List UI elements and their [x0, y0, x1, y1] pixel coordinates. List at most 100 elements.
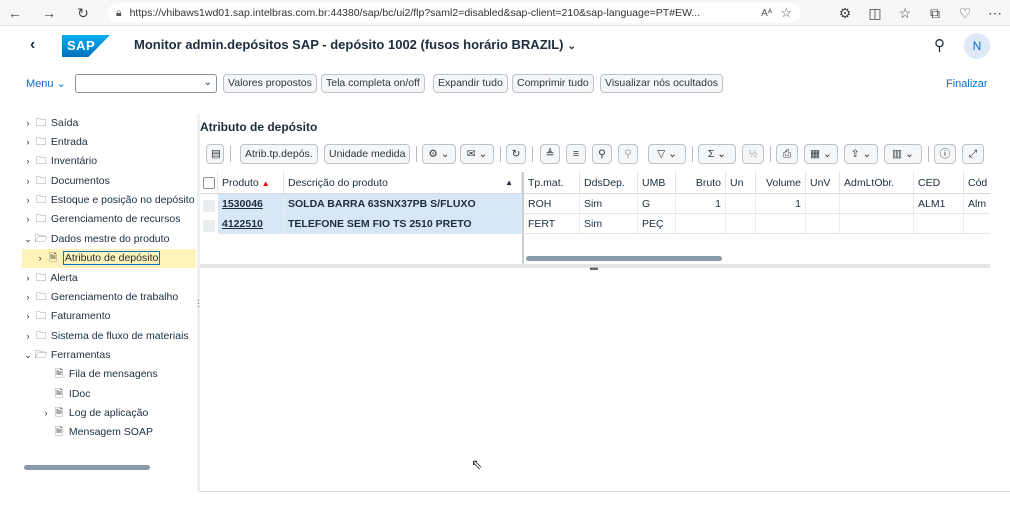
view-menu-icon[interactable]: ▦ ⌄	[804, 144, 838, 164]
layout-menu-icon[interactable]: ▥ ⌄	[884, 144, 922, 164]
print-icon[interactable]: ⎙	[776, 144, 798, 164]
separator	[770, 146, 771, 162]
address-bar[interactable]: 🔒︎ https://vhibaws1wd01.sap.intelbras.co…	[108, 3, 800, 23]
tree-expander-icon[interactable]: ›	[22, 133, 34, 152]
read-aloud-icon[interactable]: Aᴬ	[761, 8, 772, 19]
tree-expander-icon[interactable]: ›	[34, 249, 46, 268]
grid-horizontal-scrollbar[interactable]	[526, 256, 722, 261]
environment-menu-icon[interactable]: ⚙ ⌄	[422, 144, 456, 164]
tree-expander-icon[interactable]: ›	[22, 114, 34, 133]
column-header-ddsdep[interactable]: DdsDep.	[580, 172, 638, 194]
tree-expander-icon[interactable]: ⌄	[22, 230, 34, 249]
table-cell-produto[interactable]: 4122510	[218, 214, 284, 234]
search-icon[interactable]: ⚲	[934, 36, 945, 54]
row-selector[interactable]	[203, 200, 215, 212]
table-cell-unv	[806, 194, 840, 214]
export-menu-icon[interactable]: ⇪ ⌄	[844, 144, 878, 164]
column-header-un[interactable]: Un	[726, 172, 756, 194]
column-header-ced[interactable]: CED	[914, 172, 964, 194]
menu-button[interactable]: Menu ⌄	[26, 77, 66, 90]
sap-logo[interactable]: SAP	[62, 35, 110, 57]
column-header-cod[interactable]: Cód	[964, 172, 990, 194]
tree-expander-icon[interactable]: ›	[22, 191, 34, 210]
sort-descending-icon[interactable]: ≡	[566, 144, 586, 164]
select-all-checkbox[interactable]	[203, 177, 215, 189]
column-header-admltobr[interactable]: AdmLtObr.	[840, 172, 914, 194]
resize-grip-icon[interactable]: ▬	[590, 263, 598, 272]
tree-node-alerta[interactable]: › 🗀︎ Alerta	[22, 269, 196, 288]
tree-node-fila-mensagens[interactable]: 🗎︎ Fila de mensagens	[22, 365, 196, 384]
favorite-star-icon[interactable]: ☆	[780, 5, 792, 21]
actions-menu-icon[interactable]: ✉ ⌄	[460, 144, 494, 164]
tree-node-saida[interactable]: › 🗀︎ Saída	[22, 114, 196, 133]
tela-completa-button[interactable]: Tela completa on/off	[321, 74, 425, 93]
find-icon[interactable]: ⚲	[592, 144, 612, 164]
tree-node-dados-mestre[interactable]: ⌄ 🗁︎ Dados mestre do produto	[22, 230, 196, 249]
reload-icon[interactable]: ↻	[72, 2, 94, 24]
sum-menu-icon[interactable]: Σ ⌄	[698, 144, 736, 164]
fullscreen-icon[interactable]: ⤢	[962, 144, 984, 164]
tree-expander-icon[interactable]: ›	[40, 404, 52, 423]
shell-back-icon[interactable]: ‹	[30, 36, 35, 54]
extensions-icon[interactable]: ⚙	[834, 2, 856, 24]
tree-expander-icon[interactable]: ›	[22, 210, 34, 229]
comprimir-tudo-button[interactable]: Comprimir tudo	[512, 74, 594, 93]
tree-node-documentos[interactable]: › 🗀︎ Documentos	[22, 172, 196, 191]
tree-expander-icon[interactable]: ›	[22, 307, 34, 326]
find-next-icon[interactable]: ⚲	[618, 144, 638, 164]
unidade-medida-button[interactable]: Unidade medida	[324, 144, 411, 164]
avatar[interactable]: N	[964, 33, 990, 59]
tree-node-entrada[interactable]: › 🗀︎ Entrada	[22, 133, 196, 152]
collections-icon[interactable]: ⧉	[924, 2, 946, 24]
split-screen-icon[interactable]: ◫	[864, 2, 886, 24]
refresh-icon[interactable]: ↻	[506, 144, 526, 164]
tree-node-inventario[interactable]: › 🗀︎ Inventário	[22, 152, 196, 171]
column-header-produto[interactable]: Produto ▲	[218, 172, 284, 194]
column-header-tpmat[interactable]: Tp.mat.	[524, 172, 580, 194]
tree-node-atributo-deposito[interactable]: › 🗎︎ Atributo de depósito	[22, 249, 196, 268]
visualizar-nos-button[interactable]: Visualizar nós ocultados	[600, 74, 724, 93]
column-header-unv[interactable]: UnV	[806, 172, 840, 194]
tree-expander-icon[interactable]: ›	[22, 327, 34, 346]
tree-node-gerenciamento-recursos[interactable]: › 🗀︎ Gerenciamento de recursos	[22, 210, 196, 229]
table-cell-produto[interactable]: 1530046	[218, 194, 284, 214]
tree-expander-icon[interactable]: ›	[22, 269, 34, 288]
back-arrow-icon[interactable]: ←	[4, 2, 26, 24]
row-selector[interactable]	[203, 220, 215, 232]
valores-propostos-button[interactable]: Valores propostos	[223, 74, 317, 93]
layout-icon[interactable]: ▤	[206, 144, 224, 164]
favorites-icon[interactable]: ☆	[894, 2, 916, 24]
subtotal-icon[interactable]: ½	[742, 144, 764, 164]
info-icon[interactable]: ⓘ	[934, 144, 956, 164]
browser-essentials-icon[interactable]: ♡	[954, 2, 976, 24]
tree-expander-icon[interactable]: ›	[22, 152, 34, 171]
expandir-tudo-button[interactable]: Expandir tudo	[433, 74, 508, 93]
column-header-volume[interactable]: Volume	[756, 172, 806, 194]
filter-menu-icon[interactable]: ▽ ⌄	[648, 144, 686, 164]
url-text[interactable]: https://vhibaws1wd01.sap.intelbras.com.b…	[130, 7, 754, 19]
tree-node-log-aplicacao[interactable]: › 🗎︎ Log de aplicação	[22, 404, 196, 423]
column-header-descricao[interactable]: Descrição do produto ▲	[284, 172, 522, 194]
finalizar-button[interactable]: Finalizar	[946, 78, 988, 90]
menu-select[interactable]: ⌄	[75, 74, 217, 93]
tree-expander-icon[interactable]: ›	[22, 172, 34, 191]
tree-expander-icon[interactable]: ›	[22, 288, 34, 307]
column-header-bruto[interactable]: Bruto	[676, 172, 726, 194]
tree-node-sistema-fluxo[interactable]: › 🗀︎ Sistema de fluxo de materiais	[22, 327, 196, 346]
more-options-icon[interactable]: ⋯	[984, 2, 1006, 24]
tree-node-faturamento[interactable]: › 🗀︎ Faturamento	[22, 307, 196, 326]
column-header-umb[interactable]: UMB	[638, 172, 676, 194]
sort-indicator-icon: ▲	[505, 178, 513, 187]
tree-node-gerenciamento-trabalho[interactable]: › 🗀︎ Gerenciamento de trabalho	[22, 288, 196, 307]
forward-arrow-icon[interactable]: →	[38, 2, 60, 24]
tree-node-ferramentas[interactable]: ⌄ 🗁︎ Ferramentas	[22, 346, 196, 365]
tree-expander-icon[interactable]: ⌄	[22, 346, 34, 365]
app-title[interactable]: Monitor admin.depósitos SAP - depósito 1…	[134, 37, 576, 52]
tree-horizontal-scrollbar[interactable]	[24, 465, 150, 470]
tree-node-label: Gerenciamento de recursos	[50, 213, 181, 225]
tree-node-mensagem-soap[interactable]: 🗎︎ Mensagem SOAP	[22, 423, 196, 442]
tree-node-estoque[interactable]: › 🗀︎ Estoque e posição no depósito	[22, 191, 196, 210]
tree-node-idoc[interactable]: 🗎︎ IDoc	[22, 385, 196, 404]
atrib-tp-depos-button[interactable]: Atrib.tp.depós.	[240, 144, 318, 164]
sort-ascending-icon[interactable]: ≜	[540, 144, 560, 164]
